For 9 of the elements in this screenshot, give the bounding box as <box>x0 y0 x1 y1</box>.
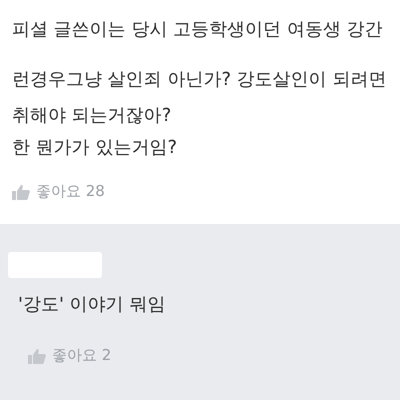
comment-text: 피셜 글쓴이는 당시 고등학생이던 여동생 강간 <box>12 18 384 42</box>
comment-text: 한 뭔가가 있는거임? <box>12 136 178 160</box>
thumbs-up-icon <box>12 184 30 200</box>
thumbs-up-icon <box>28 348 46 364</box>
comment-text: 런경우그냥 살인죄 아닌가? 강도살인이 되려면 <box>12 68 388 92</box>
like-count[interactable]: 좋아요 2 <box>52 346 112 365</box>
comment-text: 취해야 되는거잖아? <box>12 104 172 128</box>
reply-text: '강도' 이야기 뭐임 <box>18 293 166 316</box>
like-count[interactable]: 좋아요 28 <box>36 182 105 201</box>
